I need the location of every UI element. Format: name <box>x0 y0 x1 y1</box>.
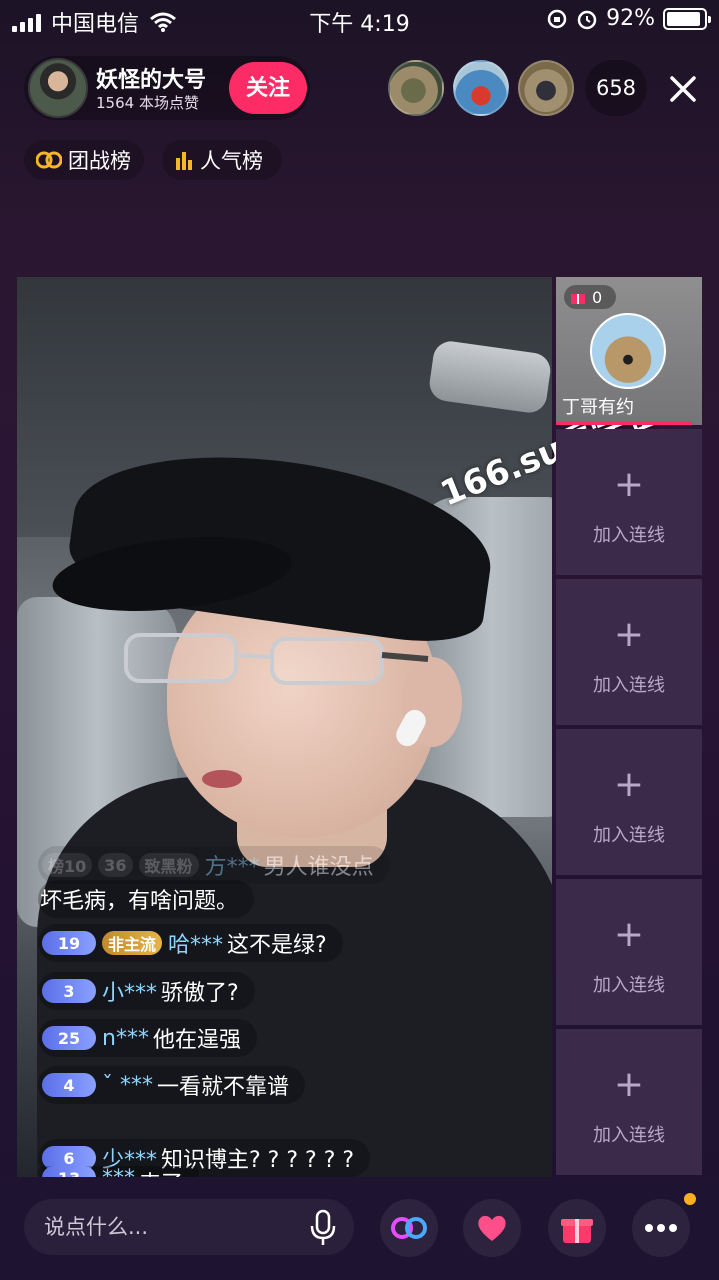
viewer-avatar[interactable] <box>388 60 444 116</box>
streamer-glasses <box>124 633 429 685</box>
gift-button[interactable] <box>548 1199 606 1257</box>
popularity-rank-button[interactable]: 人气榜 <box>162 140 282 180</box>
heart-icon <box>478 1215 506 1241</box>
chat-message: 25 n*** 他在逞强 <box>38 1019 257 1057</box>
viewer-count[interactable]: 658 <box>585 60 647 116</box>
chat-message: 榜10 36 致黑粉 方*** 男人谁没点 <box>38 846 390 884</box>
join-mic-slot[interactable]: + 加入连线 <box>556 579 702 725</box>
bottom-bar: 说点什么... <box>0 1177 719 1280</box>
chat-username[interactable]: ˇ *** <box>102 1073 153 1098</box>
chat-message: 4 ˇ *** 一看就不靠谱 <box>38 1066 306 1104</box>
alarm-icon <box>577 10 597 29</box>
chat-message: 19 非主流 哈*** 这不是绿? <box>38 924 343 962</box>
viewer-avatar[interactable] <box>518 60 574 116</box>
join-mic-slot[interactable]: + 加入连线 <box>556 1029 702 1175</box>
host-likes: 1564 本场点赞 <box>96 94 199 112</box>
chat-text: 骄傲了? <box>161 981 239 1006</box>
join-mic-slot[interactable]: + 加入连线 <box>556 879 702 1025</box>
chat-message: 坏毛病，有啥问题。 <box>38 880 255 918</box>
popularity-label: 人气榜 <box>200 149 263 173</box>
bar-chart-icon <box>176 152 192 170</box>
level-badge: 4 <box>42 1073 96 1097</box>
team-battle-label: 团战榜 <box>68 149 131 173</box>
gift-counter: 0 <box>564 285 616 309</box>
link-icon <box>391 1217 427 1239</box>
chat-text: 坏毛病，有啥问题。 <box>40 889 239 914</box>
streamer-mouth <box>202 770 242 788</box>
plus-icon: + <box>613 1064 645 1105</box>
battery-percent: 92% <box>606 6 655 31</box>
join-mic-label: 加入连线 <box>593 1125 665 1146</box>
join-mic-label: 加入连线 <box>593 975 665 996</box>
gift-count: 0 <box>592 287 603 307</box>
chat-username[interactable]: 哈*** <box>168 927 223 959</box>
viewer-avatar[interactable] <box>453 60 509 116</box>
chat-username[interactable]: 小*** <box>102 975 157 1007</box>
level-badge: 36 <box>98 853 133 877</box>
level-badge: 19 <box>42 931 96 955</box>
chat-text: 这不是绿? <box>227 933 327 958</box>
rotation-lock-icon <box>547 9 567 28</box>
host-avatar[interactable] <box>28 58 88 118</box>
more-button[interactable] <box>632 1199 690 1257</box>
join-mic-label: 加入连线 <box>593 525 665 546</box>
status-bar: 中国电信 下午 4:19 92% <box>0 0 719 40</box>
like-button[interactable] <box>463 1199 521 1257</box>
battery-fill <box>667 11 701 26</box>
follow-button[interactable]: 关注 <box>229 62 307 114</box>
join-mic-label: 加入连线 <box>593 825 665 846</box>
chat-text: 男人谁没点 <box>263 855 374 880</box>
team-battle-icon <box>36 151 62 169</box>
join-mic-slot[interactable]: + 加入连线 <box>556 429 702 575</box>
chat-text: 他在逞强 <box>152 1028 241 1053</box>
chat-username[interactable]: n*** <box>102 1026 149 1051</box>
fans-badge: 致黑粉 <box>138 853 199 877</box>
gift-box-icon <box>561 1219 593 1243</box>
link-mic-button[interactable] <box>380 1199 438 1257</box>
microphone-button[interactable] <box>294 1199 352 1257</box>
team-battle-rank-button[interactable]: 团战榜 <box>24 140 144 180</box>
rank-badge: 榜10 <box>42 853 93 877</box>
notification-dot <box>684 1193 696 1205</box>
level-badge: 25 <box>42 1026 96 1050</box>
join-mic-slot[interactable]: + 加入连线 <box>556 729 702 875</box>
host-name: 妖怪的大号 <box>96 68 207 93</box>
status-right: 92% <box>546 6 711 31</box>
fans-badge: 非主流 <box>102 931 163 955</box>
close-icon[interactable] <box>660 66 706 112</box>
guest-progress-bar <box>556 421 692 425</box>
plus-icon: + <box>613 464 645 505</box>
guest-avatar[interactable] <box>590 313 666 389</box>
chat-text: 一看就不靠谱 <box>157 1075 290 1100</box>
level-badge: 3 <box>42 979 96 1003</box>
plus-icon: + <box>613 764 645 805</box>
chat-message: 3 小*** 骄傲了? <box>38 972 255 1010</box>
mic-slot-active[interactable]: 0 丁哥有约 <box>556 277 702 425</box>
plus-icon: + <box>613 914 645 955</box>
more-icon <box>645 1224 677 1232</box>
gift-icon <box>571 294 585 304</box>
chat-username[interactable]: 方*** <box>205 849 260 881</box>
guest-name: 丁哥有约 <box>562 397 634 418</box>
battery-icon <box>663 7 711 30</box>
microphone-icon <box>310 1209 336 1245</box>
join-mic-label: 加入连线 <box>593 675 665 696</box>
plus-icon: + <box>613 614 645 655</box>
